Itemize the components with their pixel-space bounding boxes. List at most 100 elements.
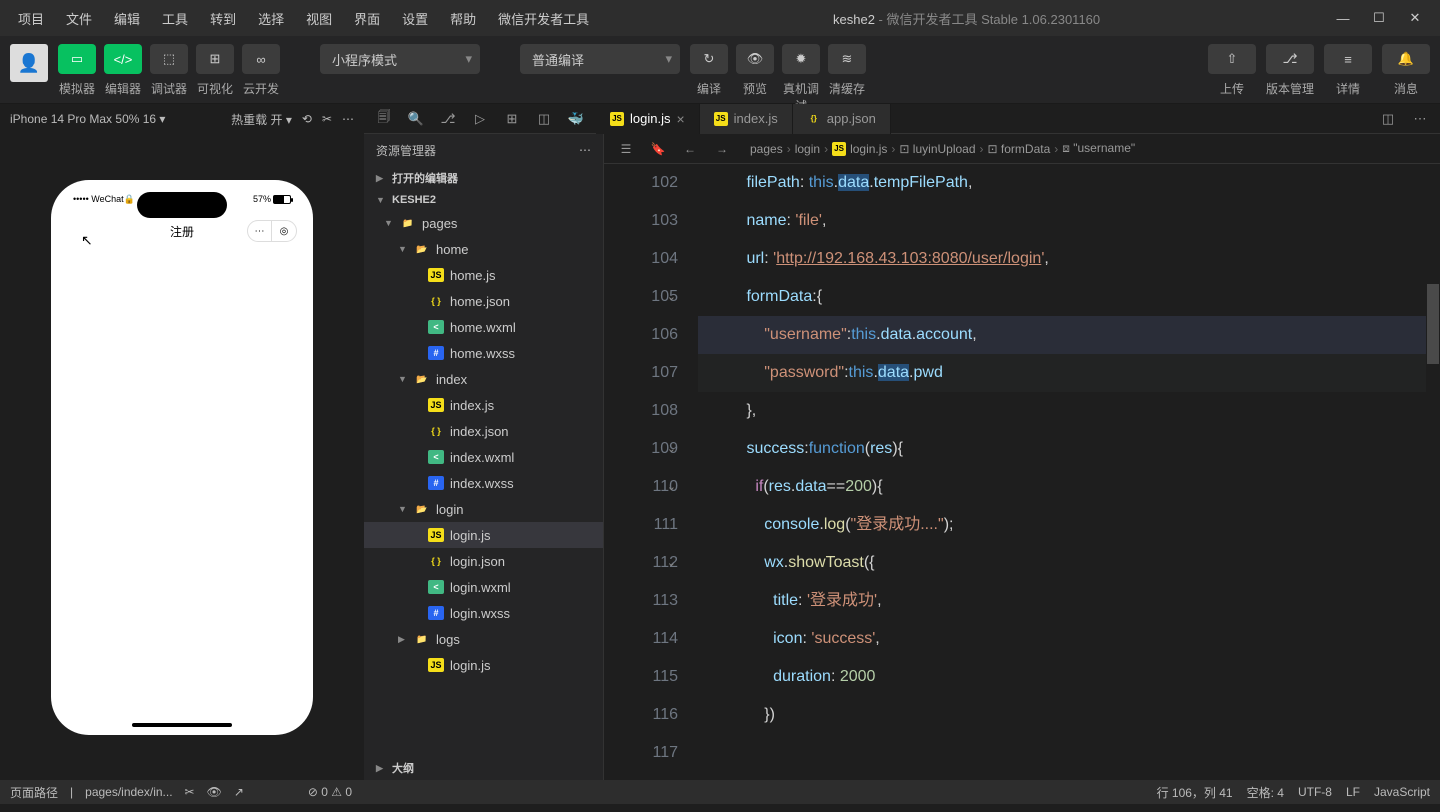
tree-pages[interactable]: ▼📁pages <box>364 210 603 236</box>
debugger-button[interactable]: ⬚ <box>150 44 188 74</box>
preview-button[interactable]: 👁 <box>736 44 774 74</box>
rt-版本管理[interactable]: ⎇ <box>1266 44 1314 74</box>
section-project[interactable]: ▼KESHE2 <box>364 190 603 210</box>
code-editor[interactable]: ☰ 🔖 ← → pages›login›JS login.js›⊡ luyinU… <box>604 134 1440 780</box>
explorer-icon[interactable]: 🗐 <box>370 105 398 133</box>
visual-button[interactable]: ⊞ <box>196 44 234 74</box>
cloud-button[interactable]: ∞ <box>242 44 280 74</box>
simulator-button[interactable]: ▭ <box>58 44 96 74</box>
compile-dropdown[interactable]: 普通编译 <box>520 44 680 74</box>
explorer-more-icon[interactable]: ⋯ <box>579 143 591 157</box>
docker-icon[interactable]: 🐳 <box>562 105 590 133</box>
tree-logs[interactable]: ▶📁logs <box>364 626 603 652</box>
list-icon[interactable]: ☰ <box>612 135 640 163</box>
breadcrumb-4[interactable]: ⊡ formData <box>988 142 1051 156</box>
menu-界面[interactable]: 界面 <box>344 5 390 32</box>
tree-home.wxss[interactable]: #home.wxss <box>364 340 603 366</box>
tree-login.wxss[interactable]: #login.wxss <box>364 600 603 626</box>
tree-home.wxml[interactable]: <home.wxml <box>364 314 603 340</box>
split-editor-icon[interactable]: ◫ <box>1374 105 1402 133</box>
tree-login.json[interactable]: { }login.json <box>364 548 603 574</box>
breadcrumb-bar: ☰ 🔖 ← → pages›login›JS login.js›⊡ luyinU… <box>604 134 1440 164</box>
cursor-icon: ↖ <box>81 232 93 249</box>
maximize-button[interactable]: ☐ <box>1370 9 1388 27</box>
main-toolbar: 👤 ▭ </> ⬚ ⊞ ∞ 模拟器编辑器调试器可视化云开发 小程序模式 普通编译… <box>0 36 1440 104</box>
breadcrumb-0[interactable]: pages <box>750 142 783 156</box>
menu-视图[interactable]: 视图 <box>296 5 342 32</box>
device-selector[interactable]: iPhone 14 Pro Max 50% 16 ▾ <box>10 112 165 126</box>
mode-dropdown[interactable]: 小程序模式 <box>320 44 480 74</box>
rt-详情[interactable]: ≡ <box>1324 44 1372 74</box>
eol[interactable]: LF <box>1346 784 1360 801</box>
tree-home.js[interactable]: JShome.js <box>364 262 603 288</box>
tree-home.json[interactable]: { }home.json <box>364 288 603 314</box>
clear-cache-button[interactable]: ≋ <box>828 44 866 74</box>
menu-微信开发者工具[interactable]: 微信开发者工具 <box>488 5 599 32</box>
tab-login.js[interactable]: JSlogin.js× <box>596 104 700 134</box>
cursor-position[interactable]: 行 106，列 41 <box>1157 784 1233 801</box>
scm-icon[interactable]: ⎇ <box>434 105 462 133</box>
menu-工具[interactable]: 工具 <box>152 5 198 32</box>
tree-index.json[interactable]: { }index.json <box>364 418 603 444</box>
forward-icon[interactable]: → <box>708 135 736 163</box>
breadcrumb-3[interactable]: ⊡ luyinUpload <box>899 142 975 156</box>
tree-index.wxss[interactable]: #index.wxss <box>364 470 603 496</box>
sim-rotate-icon[interactable]: ⟲ <box>302 112 312 126</box>
language-mode[interactable]: JavaScript <box>1374 784 1430 801</box>
back-icon[interactable]: ← <box>676 135 704 163</box>
tab-app.json[interactable]: {}app.json <box>793 104 891 134</box>
breadcrumb-1[interactable]: login <box>795 142 820 156</box>
menu-项目[interactable]: 项目 <box>8 5 54 32</box>
close-button[interactable]: ✕ <box>1406 9 1424 27</box>
encoding[interactable]: UTF-8 <box>1298 784 1332 801</box>
rt-消息[interactable]: 🔔 <box>1382 44 1430 74</box>
capsule-button[interactable]: ⋯◎ <box>247 220 297 242</box>
ext-icon[interactable]: ⊞ <box>498 105 526 133</box>
more-icon[interactable]: ⋯ <box>1406 105 1434 133</box>
status-bar: 页面路径 | pages/index/in... ✂ 👁 ↗ ⊘ 0 ⚠ 0 行… <box>0 780 1440 804</box>
menu-帮助[interactable]: 帮助 <box>440 5 486 32</box>
hot-reload-toggle[interactable]: 热重载 开 ▾ <box>231 111 292 128</box>
tree-home[interactable]: ▼📂home <box>364 236 603 262</box>
menu-转到[interactable]: 转到 <box>200 5 246 32</box>
tree-login.wxml[interactable]: <login.wxml <box>364 574 603 600</box>
editor-scrollbar[interactable] <box>1426 164 1440 780</box>
indent-setting[interactable]: 空格: 4 <box>1247 784 1284 801</box>
split-icon[interactable]: ◫ <box>530 105 558 133</box>
tree-index.wxml[interactable]: <index.wxml <box>364 444 603 470</box>
sim-more-icon[interactable]: ⋯ <box>342 112 354 126</box>
rt-上传[interactable]: ⇧ <box>1208 44 1256 74</box>
tree-index[interactable]: ▼📂index <box>364 366 603 392</box>
menu-选择[interactable]: 选择 <box>248 5 294 32</box>
project-avatar[interactable]: 👤 <box>10 44 48 82</box>
menu-文件[interactable]: 文件 <box>56 5 102 32</box>
sb-pin-icon[interactable]: ↗ <box>234 785 244 799</box>
editor-tabs: JSlogin.js×JSindex.js{}app.json <box>596 104 891 134</box>
phone-frame: ••••• WeChat🔒 57% 注册 ⋯◎ ↖ <box>51 180 313 735</box>
menu-设置[interactable]: 设置 <box>392 5 438 32</box>
section-outline[interactable]: ▶大纲 <box>364 756 603 780</box>
compile-button[interactable]: ↻ <box>690 44 728 74</box>
page-path-label[interactable]: 页面路径 <box>10 784 58 801</box>
phone-carrier: ••••• WeChat🔒 <box>73 194 135 205</box>
sim-cut-icon[interactable]: ✂ <box>322 112 332 126</box>
sb-scene-icon[interactable]: ✂ <box>185 785 195 799</box>
minimize-button[interactable]: — <box>1334 9 1352 27</box>
section-open-editors[interactable]: ▶打开的编辑器 <box>364 166 603 190</box>
route-label[interactable]: pages/index/in... <box>85 785 172 799</box>
remote-debug-button[interactable]: ✹ <box>782 44 820 74</box>
tab-index.js[interactable]: JSindex.js <box>700 104 793 134</box>
editor-button[interactable]: </> <box>104 44 142 74</box>
debug-icon[interactable]: ▷ <box>466 105 494 133</box>
tree-login.js[interactable]: JSlogin.js <box>364 522 603 548</box>
breadcrumb-2[interactable]: JS login.js <box>832 142 887 156</box>
menu-编辑[interactable]: 编辑 <box>104 5 150 32</box>
tree-login.js[interactable]: JSlogin.js <box>364 652 603 678</box>
bookmark-icon[interactable]: 🔖 <box>644 135 672 163</box>
tree-login[interactable]: ▼📂login <box>364 496 603 522</box>
diagnostics[interactable]: ⊘ 0 ⚠ 0 <box>308 785 352 799</box>
search-icon[interactable]: 🔍 <box>402 105 430 133</box>
breadcrumb-5[interactable]: ⧈ "username" <box>1062 141 1135 156</box>
sb-eye-icon[interactable]: 👁 <box>207 785 222 799</box>
tree-index.js[interactable]: JSindex.js <box>364 392 603 418</box>
